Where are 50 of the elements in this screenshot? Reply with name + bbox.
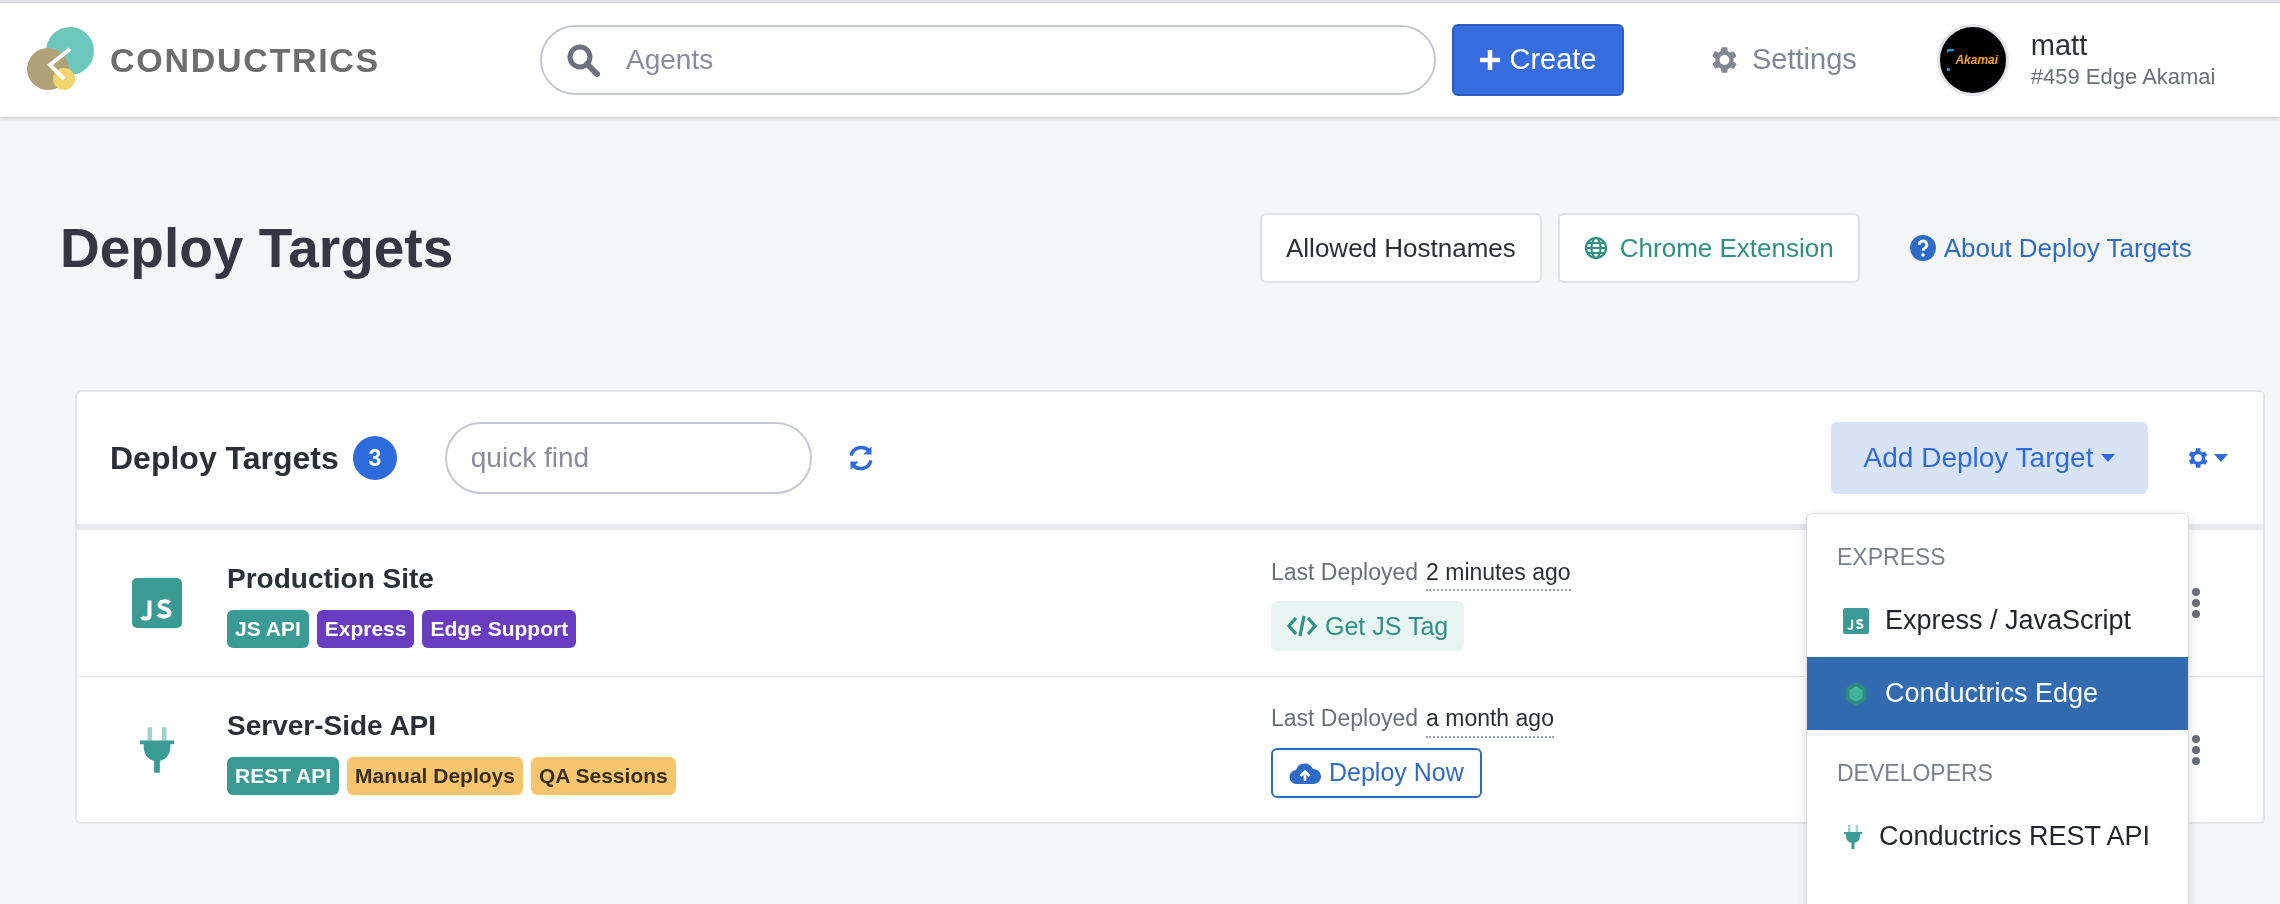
search-icon xyxy=(566,43,600,77)
logo-text: CONDUCTRICS xyxy=(110,39,380,81)
caret-icon xyxy=(2101,454,2116,462)
help-icon xyxy=(1909,235,1936,261)
tag: Express xyxy=(316,610,415,648)
last-deployed-label: Last Deployed xyxy=(1271,704,1419,734)
about-link[interactable]: About Deploy Targets xyxy=(1909,228,2192,268)
allowed-hostnames-button[interactable]: Allowed Hostnames xyxy=(1260,213,1542,283)
kebab-menu-icon[interactable] xyxy=(2191,587,2201,619)
dropdown-heading: EXPRESS xyxy=(1837,542,1946,572)
tag: JS API xyxy=(227,610,309,648)
create-button[interactable]: Create xyxy=(1452,24,1624,96)
code-icon xyxy=(1287,615,1317,638)
avatar-text: Akamai xyxy=(1955,52,1999,69)
tag: Manual Deploys xyxy=(347,756,523,795)
plug-icon xyxy=(1843,823,1863,850)
panel-title: Deploy Targets xyxy=(110,439,339,478)
settings-button[interactable]: Settings xyxy=(1706,38,1857,82)
cloud-upload-icon xyxy=(1289,761,1321,784)
globe-icon xyxy=(1583,236,1608,260)
count-badge: 3 xyxy=(352,436,397,480)
tag: REST API xyxy=(227,756,340,795)
tag: Edge Support xyxy=(422,610,577,648)
dropdown-heading: DEVELOPERS xyxy=(1837,758,1993,788)
target-name: Production Site xyxy=(227,562,435,596)
plug-icon xyxy=(138,724,176,775)
plus-icon xyxy=(1479,49,1502,71)
js-file-icon xyxy=(1843,607,1869,634)
quick-find-field[interactable]: quick find xyxy=(444,422,812,494)
deploy-now-button[interactable]: Deploy Now xyxy=(1271,747,1482,798)
tag: QA Sessions xyxy=(530,756,676,795)
account-name: #459 Edge Akamai xyxy=(2030,63,2216,91)
deployed-time: 2 minutes ago xyxy=(1426,554,1571,592)
target-name: Server-Side API xyxy=(227,708,438,743)
search-field[interactable]: Agents xyxy=(540,25,1436,95)
user-name: matt xyxy=(2030,28,2089,62)
chrome-extension-button[interactable]: Chrome Extension xyxy=(1557,213,1860,283)
js-file-icon xyxy=(132,578,182,628)
deployed-time: a month ago xyxy=(1426,701,1554,738)
hexagon-icon xyxy=(1843,680,1869,707)
kebab-menu-icon[interactable] xyxy=(2191,733,2201,766)
add-deploy-target-button[interactable]: Add Deploy Target xyxy=(1831,422,2148,494)
avatar[interactable]: Akamai xyxy=(1936,24,2009,96)
page-title: Deploy Targets xyxy=(60,215,455,281)
dropdown-item[interactable]: Conductrics Edge xyxy=(1807,657,2188,730)
dropdown-item[interactable]: Conductrics REST API xyxy=(1807,800,2188,873)
last-deployed-label: Last Deployed xyxy=(1271,557,1419,587)
dropdown-item[interactable]: Express / JavaScript xyxy=(1807,584,2188,657)
get-js-tag-button[interactable]: Get JS Tag xyxy=(1271,601,1465,652)
caret-icon xyxy=(2214,454,2228,462)
